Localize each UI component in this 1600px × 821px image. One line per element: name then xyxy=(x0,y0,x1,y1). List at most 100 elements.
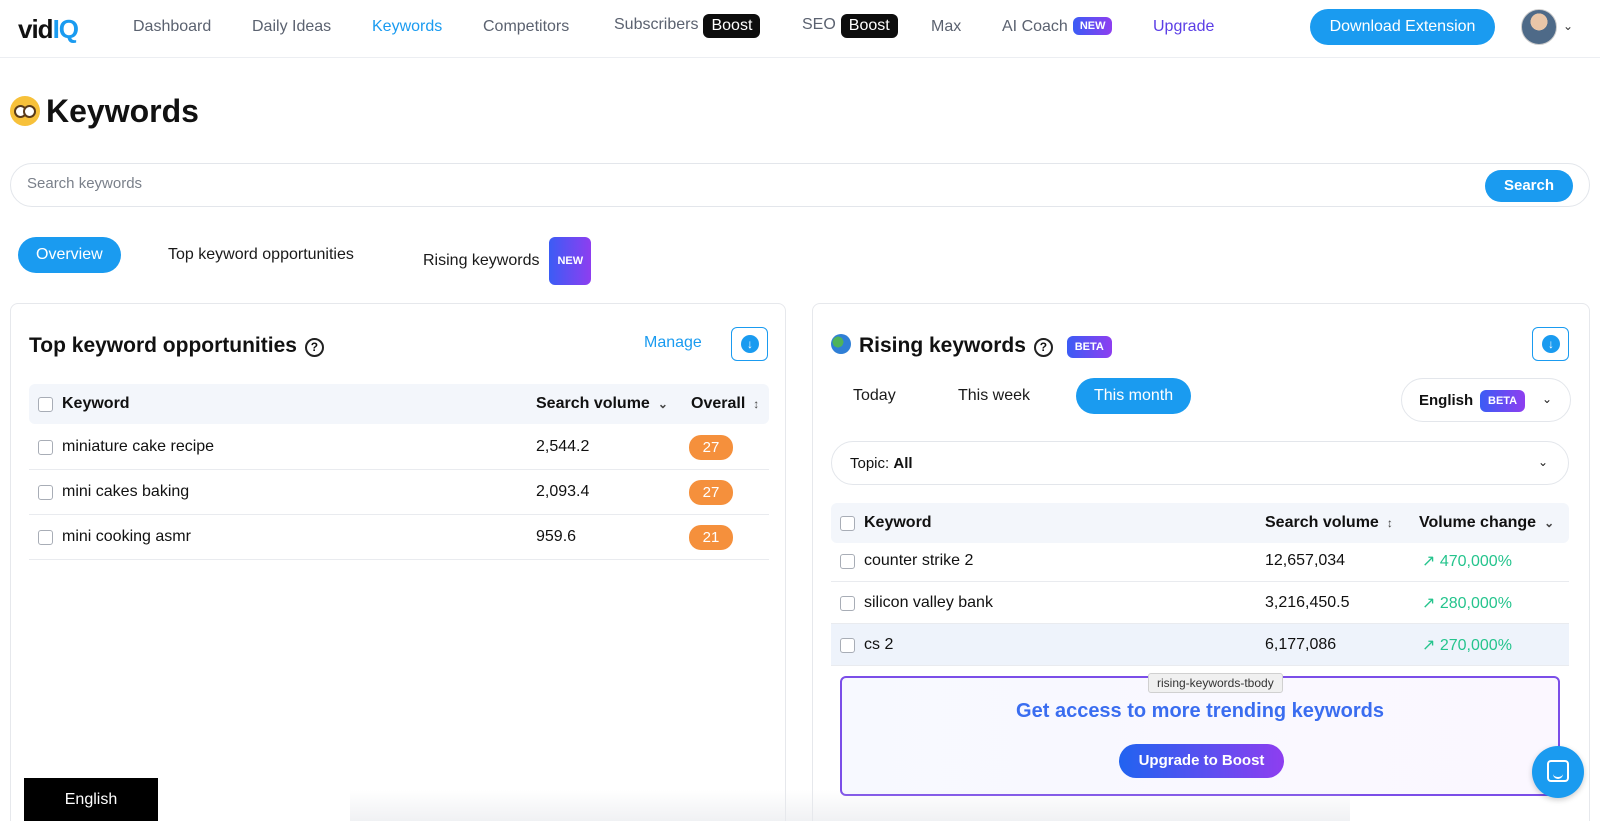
period-today[interactable]: Today xyxy=(853,378,896,414)
manage-link[interactable]: Manage xyxy=(644,334,702,352)
boost-badge: Boost xyxy=(840,14,898,38)
select-all-checkbox[interactable] xyxy=(840,516,855,531)
tab-rising-keywords[interactable]: Rising keywords NEW xyxy=(423,237,592,285)
row-checkbox[interactable] xyxy=(840,554,855,569)
download-button[interactable]: ↓ xyxy=(731,327,768,361)
card-title: Rising keywords? BETA xyxy=(831,334,1112,358)
nav-ai-coach[interactable]: AI Coach NEW xyxy=(1002,17,1113,36)
help-icon[interactable]: ? xyxy=(304,338,324,357)
search-input[interactable] xyxy=(27,175,1427,192)
row-checkbox[interactable] xyxy=(38,440,53,455)
sort-icon: ↕ xyxy=(1386,516,1393,530)
table-header: Keyword Search volume ⌄ Overall ↕ xyxy=(29,384,769,424)
table-row[interactable]: mini cooking asmr 959.6 21 xyxy=(29,515,769,560)
select-all-checkbox[interactable] xyxy=(38,397,53,412)
arrow-up-right-icon: ↗ xyxy=(1422,595,1436,612)
keyword-cell[interactable]: mini cooking asmr xyxy=(62,528,191,546)
vidiq-logo[interactable]: vidIQ xyxy=(18,14,79,45)
download-icon: ↓ xyxy=(741,335,759,353)
sort-icon: ↕ xyxy=(753,397,760,411)
download-extension-button[interactable]: Download Extension xyxy=(1310,9,1495,45)
row-checkbox[interactable] xyxy=(38,530,53,545)
keyword-cell[interactable]: miniature cake recipe xyxy=(62,438,214,456)
period-this-week[interactable]: This week xyxy=(958,378,1030,414)
nerd-face-icon xyxy=(10,96,40,126)
card-title-text: Top keyword opportunities xyxy=(29,334,297,357)
beta-badge: BETA xyxy=(1480,390,1526,412)
language-select[interactable]: English BETA ⌄ xyxy=(1401,378,1571,422)
column-keyword: Keyword xyxy=(62,395,130,412)
beta-badge: BETA xyxy=(1066,336,1112,358)
new-badge: NEW xyxy=(549,237,592,285)
row-checkbox[interactable] xyxy=(840,596,855,611)
arrow-up-right-icon: ↗ xyxy=(1422,553,1436,570)
overall-score-badge: 21 xyxy=(689,525,733,550)
tab-overview[interactable]: Overview xyxy=(18,237,121,273)
volume-cell: 2,544.2 xyxy=(536,438,590,455)
nav-competitors[interactable]: Competitors xyxy=(483,18,569,36)
top-keyword-opportunities-card: Top keyword opportunities? Manage ↓ Keyw… xyxy=(10,303,786,821)
keyword-cell[interactable]: mini cakes baking xyxy=(62,483,189,501)
column-overall-label: Overall xyxy=(691,395,746,412)
column-volume-change[interactable]: Volume change ⌄ xyxy=(1419,514,1554,532)
nav-seo-label: SEO xyxy=(802,16,836,33)
topic-select[interactable]: Topic: All ⌄ xyxy=(831,441,1569,485)
column-search-volume[interactable]: Search volume ⌄ xyxy=(536,395,668,413)
volume-change-value: 470,000% xyxy=(1439,553,1512,570)
column-volume-change-label: Volume change xyxy=(1419,514,1537,531)
table-row[interactable]: cs 2 6,177,086 ↗ 270,000% xyxy=(831,624,1569,666)
overall-score-badge: 27 xyxy=(689,480,733,505)
table-header: Keyword Search volume ↕ Volume change ⌄ xyxy=(831,503,1569,543)
table-row[interactable]: miniature cake recipe 2,544.2 27 xyxy=(29,425,769,470)
column-search-volume[interactable]: Search volume ↕ xyxy=(1265,514,1393,532)
upsell-banner: Get access to more trending keywords Upg… xyxy=(840,676,1560,796)
avatar[interactable] xyxy=(1521,9,1557,45)
tab-top-keyword-opportunities[interactable]: Top keyword opportunities xyxy=(168,237,354,273)
nav-max[interactable]: Max xyxy=(931,18,961,36)
overall-score-badge: 27 xyxy=(689,435,733,460)
arrow-up-right-icon: ↗ xyxy=(1422,637,1436,654)
element-tooltip: rising-keywords-tbody xyxy=(1148,673,1283,693)
volume-cell: 2,093.4 xyxy=(536,483,590,500)
topic-label-text: Topic: xyxy=(850,455,890,472)
nav-seo[interactable]: SEO Boost xyxy=(802,14,898,38)
keyword-cell[interactable]: cs 2 xyxy=(864,636,893,654)
chevron-down-icon: ⌄ xyxy=(1542,392,1553,406)
topic-label: Topic: All xyxy=(850,455,913,472)
search-button[interactable]: Search xyxy=(1485,170,1573,202)
search-bar: Search xyxy=(10,163,1590,207)
upgrade-to-boost-button[interactable]: Upgrade to Boost xyxy=(1119,744,1284,778)
volume-change-cell: ↗ 270,000% xyxy=(1422,635,1512,655)
new-badge: NEW xyxy=(1072,17,1113,35)
keyword-cell[interactable]: counter strike 2 xyxy=(864,552,973,570)
table-row[interactable]: counter strike 2 12,657,034 ↗ 470,000% xyxy=(831,540,1569,582)
card-title: Top keyword opportunities? xyxy=(29,334,324,358)
download-button[interactable]: ↓ xyxy=(1532,327,1569,361)
volume-cell: 3,216,450.5 xyxy=(1265,594,1350,611)
volume-cell: 6,177,086 xyxy=(1265,636,1337,653)
tab-rising-keywords-label: Rising keywords xyxy=(423,252,540,269)
nav-keywords[interactable]: Keywords xyxy=(372,18,442,36)
chat-button[interactable] xyxy=(1532,746,1584,798)
period-this-month[interactable]: This month xyxy=(1076,378,1192,414)
table-row[interactable]: silicon valley bank 3,216,450.5 ↗ 280,00… xyxy=(831,582,1569,624)
bottom-fade xyxy=(350,790,1350,821)
nav-subscribers-label: Subscribers xyxy=(614,16,699,33)
table-row[interactable]: mini cakes baking 2,093.4 27 xyxy=(29,470,769,515)
volume-change-value: 270,000% xyxy=(1439,637,1512,654)
column-overall[interactable]: Overall ↕ xyxy=(691,395,759,413)
row-checkbox[interactable] xyxy=(840,638,855,653)
nav-upgrade[interactable]: Upgrade xyxy=(1153,18,1214,36)
globe-icon xyxy=(831,334,851,354)
top-nav: vidIQ Dashboard Daily Ideas Keywords Com… xyxy=(0,0,1600,58)
column-search-volume-label: Search volume xyxy=(1265,514,1379,531)
nav-dashboard[interactable]: Dashboard xyxy=(133,18,211,36)
keyword-cell[interactable]: silicon valley bank xyxy=(864,594,993,612)
chevron-down-icon[interactable]: ⌄ xyxy=(1563,19,1573,33)
row-checkbox[interactable] xyxy=(38,485,53,500)
chevron-down-icon: ⌄ xyxy=(1537,455,1548,469)
nav-daily-ideas[interactable]: Daily Ideas xyxy=(252,18,331,36)
nav-subscribers[interactable]: Subscribers Boost xyxy=(614,14,761,38)
help-icon[interactable]: ? xyxy=(1033,338,1053,357)
language-switcher[interactable]: English xyxy=(24,778,158,821)
